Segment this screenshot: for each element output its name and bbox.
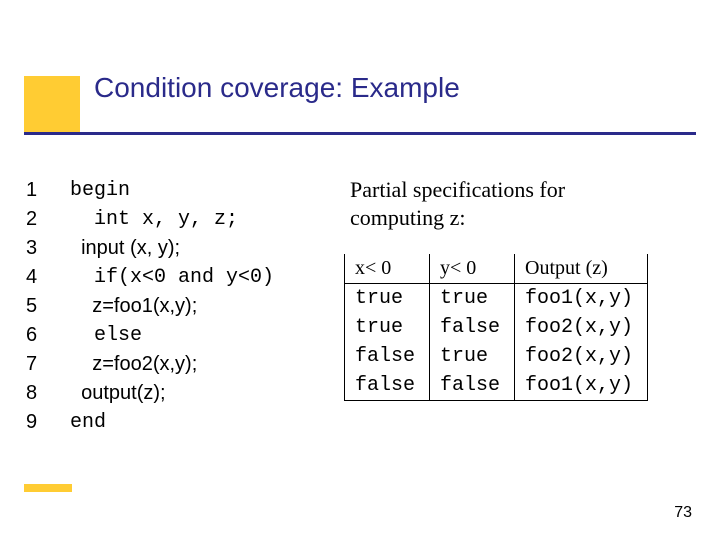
col-header-y: y< 0 (430, 254, 515, 284)
line-number: 5 (26, 292, 70, 321)
code-line: 6 else (26, 321, 274, 350)
code-text: input (x, y); (70, 234, 180, 263)
cell: foo1(x,y) (515, 284, 648, 314)
code-text: if(x<0 and y<0) (70, 263, 274, 292)
cell: false (345, 371, 430, 401)
title-underline (24, 132, 696, 135)
cell: true (430, 342, 515, 371)
cell: true (430, 284, 515, 314)
cell: foo2(x,y) (515, 342, 648, 371)
code-text: z=foo2(x,y); (70, 350, 197, 379)
code-text: int x, y, z; (70, 205, 238, 234)
code-line: 2 int x, y, z; (26, 205, 274, 234)
code-line: 9end (26, 408, 274, 437)
col-header-x: x< 0 (345, 254, 430, 284)
table-row: true true foo1(x,y) (345, 284, 648, 314)
table-row: true false foo2(x,y) (345, 313, 648, 342)
page-number: 73 (674, 504, 692, 522)
code-line: 4 if(x<0 and y<0) (26, 263, 274, 292)
code-text: z=foo1(x,y); (70, 292, 197, 321)
table-row: false false foo1(x,y) (345, 371, 648, 401)
table-row: false true foo2(x,y) (345, 342, 648, 371)
cell: true (345, 313, 430, 342)
cell: true (345, 284, 430, 314)
line-number: 6 (26, 321, 70, 350)
col-header-output: Output (z) (515, 254, 648, 284)
cell: false (430, 313, 515, 342)
caption-line: Partial specifications for (350, 176, 565, 204)
code-line: 1begin (26, 176, 274, 205)
accent-footer-tick (24, 484, 72, 492)
slide-title: Condition coverage: Example (94, 72, 460, 104)
line-number: 2 (26, 205, 70, 234)
line-number: 7 (26, 350, 70, 379)
code-text: begin (70, 176, 130, 205)
code-line: 7 z=foo2(x,y); (26, 350, 274, 379)
table-header-row: x< 0 y< 0 Output (z) (345, 254, 648, 284)
cell: false (430, 371, 515, 401)
line-number: 1 (26, 176, 70, 205)
specification-table: x< 0 y< 0 Output (z) true true foo1(x,y)… (344, 254, 648, 401)
code-text: else (70, 321, 142, 350)
cell: foo1(x,y) (515, 371, 648, 401)
caption-line: computing z: (350, 204, 565, 232)
line-number: 4 (26, 263, 70, 292)
code-line: 3 input (x, y); (26, 234, 274, 263)
code-text: end (70, 408, 106, 437)
cell: false (345, 342, 430, 371)
cell: foo2(x,y) (515, 313, 648, 342)
accent-square (24, 76, 80, 132)
line-number: 8 (26, 379, 70, 408)
code-text: output(z); (70, 379, 166, 408)
code-line: 5 z=foo1(x,y); (26, 292, 274, 321)
table-caption: Partial specifications for computing z: (350, 176, 565, 231)
code-listing: 1begin 2 int x, y, z; 3 input (x, y); 4 … (26, 176, 274, 437)
line-number: 3 (26, 234, 70, 263)
code-line: 8 output(z); (26, 379, 274, 408)
line-number: 9 (26, 408, 70, 437)
